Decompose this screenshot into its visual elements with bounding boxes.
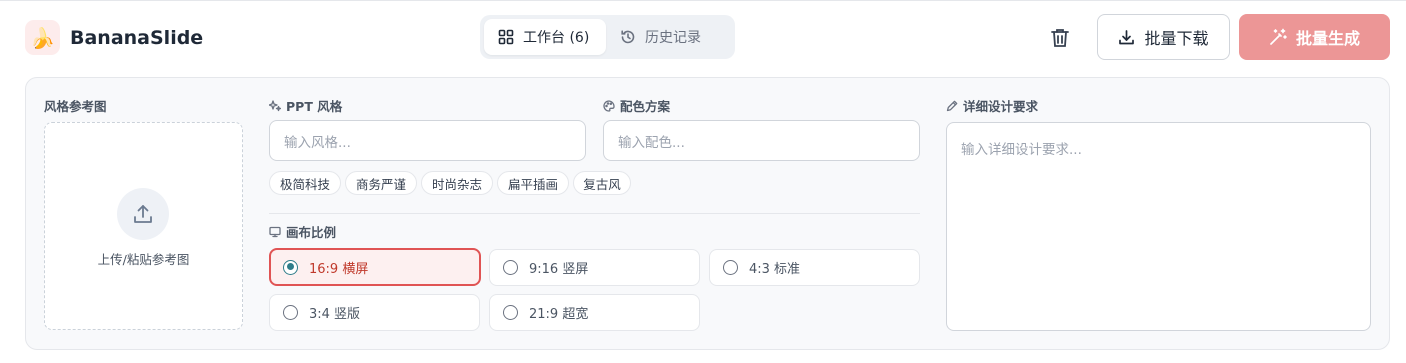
style-chip[interactable]: 极简科技 — [269, 171, 341, 195]
history-icon — [621, 30, 635, 44]
ppt-style-placeholder: 输入风格... — [284, 134, 351, 151]
section-divider — [269, 213, 920, 214]
tab-history-label: 历史记录 — [645, 30, 701, 46]
radio-icon — [283, 305, 298, 320]
tab-history[interactable]: 历史记录 — [606, 19, 715, 55]
style-chip[interactable]: 时尚杂志 — [421, 171, 493, 195]
ratio-option-4-3[interactable]: 4:3 标准 — [709, 249, 920, 286]
radio-icon — [503, 305, 518, 320]
design-requirements-textarea[interactable]: 输入详细设计要求... — [946, 122, 1371, 331]
palette-icon — [603, 99, 615, 112]
tab-workspace[interactable]: 工作台 (6) — [484, 19, 606, 55]
upload-hint: 上传/粘贴参考图 — [97, 252, 190, 267]
batch-download-label: 批量下载 — [1144, 29, 1209, 48]
design-requirements-placeholder: 输入详细设计要求... — [961, 142, 1082, 158]
color-scheme-input[interactable]: 输入配色... — [603, 120, 920, 161]
grid-icon — [498, 29, 514, 45]
ratio-option-21-9[interactable]: 21:9 超宽 — [489, 294, 700, 331]
style-reference-label: 风格参考图 — [44, 99, 107, 114]
batch-generate-button[interactable]: 批量生成 — [1239, 14, 1390, 60]
upload-icon[interactable] — [117, 188, 169, 240]
style-chip[interactable]: 扁平插画 — [497, 171, 569, 195]
ppt-style-label: PPT 风格 — [269, 96, 342, 115]
sparkles-icon — [269, 99, 281, 111]
tab-workspace-label: 工作台 (6) — [523, 30, 590, 46]
style-chip[interactable]: 复古风 — [573, 171, 631, 195]
ratio-option-16-9[interactable]: 16:9 横屏 — [269, 248, 481, 286]
ratio-option-9-16[interactable]: 9:16 竖屏 — [489, 249, 700, 286]
color-scheme-placeholder: 输入配色... — [618, 134, 685, 151]
download-icon — [1119, 29, 1135, 44]
batch-generate-label: 批量生成 — [1295, 29, 1360, 48]
design-requirements-label: 详细设计要求 — [946, 96, 1038, 115]
color-scheme-label: 配色方案 — [603, 96, 670, 115]
trash-icon — [1051, 29, 1069, 47]
top-border — [0, 0, 1406, 1]
banana-logo-icon: 🍌 — [25, 20, 60, 55]
app-name: BananaSlide — [70, 26, 204, 49]
delete-button[interactable] — [1046, 24, 1074, 52]
brand[interactable]: 🍌 BananaSlide — [25, 20, 203, 55]
radio-icon — [723, 260, 738, 275]
radio-icon — [503, 260, 518, 275]
monitor-icon — [269, 226, 281, 237]
style-chip[interactable]: 商务严谨 — [345, 171, 417, 195]
canvas-ratio-label: 画布比例 — [269, 222, 336, 241]
ppt-style-input[interactable]: 输入风格... — [269, 120, 586, 161]
view-tabs: 工作台 (6) 历史记录 — [480, 15, 735, 59]
ratio-option-3-4[interactable]: 3:4 竖版 — [269, 294, 480, 331]
batch-download-button[interactable]: 批量下载 — [1097, 14, 1230, 60]
radio-icon — [283, 259, 298, 275]
pen-icon — [946, 100, 958, 111]
magic-wand-icon — [1270, 28, 1287, 45]
